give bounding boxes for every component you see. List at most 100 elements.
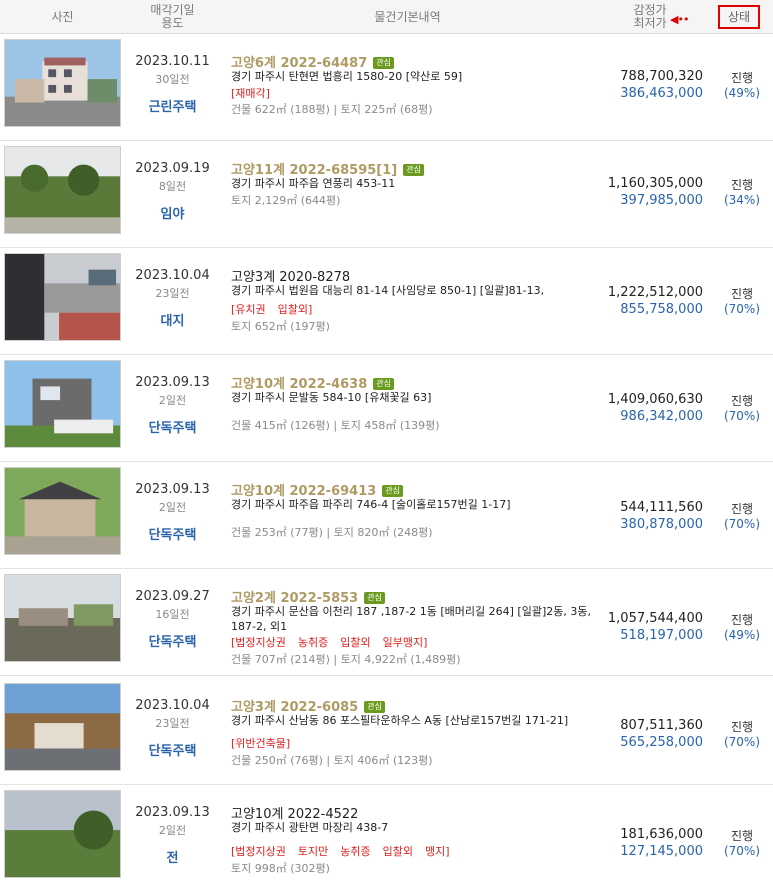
- property-address: 경기 파주시 법원읍 대능리 81-14 [사임당로 850-1] [일괄]81…: [231, 284, 545, 297]
- property-address: 경기 파주시 광탄면 마장리 438-7: [231, 821, 389, 834]
- property-photo[interactable]: [4, 39, 121, 127]
- price-percent: (70%): [723, 735, 761, 749]
- days-ago: 2일전: [158, 501, 187, 514]
- property-area: 토지 998㎡ (302평): [231, 862, 330, 875]
- property-address: 경기 파주시 산남동 86 포스필타운하우스 A동 [산남로157번길 171-…: [231, 714, 569, 727]
- property-usage[interactable]: 단독주택: [125, 631, 220, 650]
- auction-row[interactable]: 2023.10.11 30일전 근린주택 고양6계 2022-64487 관심 경…: [0, 34, 773, 141]
- price-percent: (70%): [723, 517, 761, 531]
- property-usage[interactable]: 단독주택: [125, 740, 220, 759]
- appraisal-price: 181,636,000: [620, 827, 703, 842]
- appraisal-price: 788,700,320: [620, 69, 703, 84]
- interest-badge[interactable]: 관심: [364, 701, 385, 713]
- header-price[interactable]: 감정가 최저가: [595, 0, 705, 34]
- price-percent: (49%): [723, 628, 761, 642]
- auction-status: 진행: [730, 613, 754, 627]
- interest-badge[interactable]: 관심: [403, 164, 424, 176]
- auction-status: 진행: [730, 394, 754, 408]
- property-area: 건물 622㎡ (188평) | 토지 225㎡ (68평): [231, 103, 433, 116]
- days-ago: 23일전: [155, 717, 190, 730]
- price-percent: (49%): [723, 86, 761, 100]
- interest-badge[interactable]: 관심: [364, 592, 385, 604]
- header-minimum-label: 최저가: [633, 16, 667, 30]
- auction-status: 진행: [730, 287, 754, 301]
- header-status[interactable]: 상태: [705, 0, 773, 34]
- days-ago: 30일전: [155, 73, 190, 86]
- auction-list-page: 사진 매각기일 용도 물건기본내역 감정가 최저가 상태 ◀•• 2023.10…: [0, 0, 773, 883]
- tag: 맹지]: [425, 845, 450, 858]
- property-usage[interactable]: 전: [125, 847, 220, 866]
- sale-date: 2023.09.13: [135, 805, 210, 820]
- minimum-price: 380,878,000: [620, 517, 703, 532]
- property-usage[interactable]: 단독주택: [125, 417, 220, 436]
- interest-badge[interactable]: 관심: [373, 57, 394, 69]
- auction-row[interactable]: 2023.09.13 2일전 단독주택 고양10계 2022-4638 관심 경기…: [0, 355, 773, 462]
- days-ago: 8일전: [158, 180, 187, 193]
- minimum-price: 565,258,000: [620, 735, 703, 750]
- price-percent: (70%): [723, 409, 761, 423]
- tag: 농취증: [297, 636, 329, 649]
- property-area: 토지 652㎡ (197평): [231, 320, 330, 333]
- appraisal-price: 544,111,560: [620, 500, 703, 515]
- property-tags: [재매각]: [231, 85, 282, 101]
- auction-row[interactable]: 2023.09.27 16일전 단독주택 고양2계 2022-5853 관심 경기…: [0, 569, 773, 676]
- tag: 일부맹지]: [382, 636, 428, 649]
- property-address: 경기 파주시 파주읍 파주리 746-4 [술이홀로157번길 1-17]: [231, 498, 511, 511]
- auction-status: 진행: [730, 829, 754, 843]
- header-date-usage[interactable]: 매각기일 용도: [125, 0, 220, 34]
- tag: [유치권: [231, 303, 266, 316]
- property-photo[interactable]: [4, 146, 121, 234]
- header-usage-label: 용도: [161, 16, 184, 30]
- property-usage[interactable]: 임야: [125, 203, 220, 222]
- days-ago: 2일전: [158, 394, 187, 407]
- property-photo[interactable]: [4, 253, 121, 341]
- auction-row[interactable]: 2023.10.04 23일전 대지 고양3계 2020-8278 경기 파주시…: [0, 248, 773, 355]
- header-status-label: 상태: [717, 5, 761, 29]
- price-percent: (70%): [723, 302, 761, 316]
- header-info[interactable]: 물건기본내역: [220, 0, 595, 34]
- tag: 입찰외: [382, 845, 414, 858]
- property-area: 건물 250㎡ (76평) | 토지 406㎡ (123평): [231, 754, 433, 767]
- property-photo[interactable]: [4, 574, 121, 662]
- property-address: 경기 파주시 탄현면 법흥리 1580-20 [약산로 59]: [231, 70, 463, 83]
- auction-row[interactable]: 2023.09.13 2일전 단독주택 고양10계 2022-69413 관심 경…: [0, 462, 773, 569]
- auction-status: 진행: [730, 502, 754, 516]
- minimum-price: 386,463,000: [620, 86, 703, 101]
- property-tags: [유치권 입찰외]: [231, 301, 324, 317]
- appraisal-price: 1,409,060,630: [607, 392, 703, 407]
- tag: 입찰외]: [277, 303, 313, 316]
- property-tags: [위반건축물]: [231, 735, 302, 751]
- auction-row[interactable]: 2023.10.04 23일전 단독주택 고양3계 2022-6085 관심 경기…: [0, 678, 773, 785]
- minimum-price: 855,758,000: [620, 302, 703, 317]
- property-photo[interactable]: [4, 790, 121, 878]
- sale-date: 2023.09.13: [135, 482, 210, 497]
- property-usage[interactable]: 대지: [125, 310, 220, 329]
- red-arrow-icon: ◀••: [670, 13, 689, 26]
- tag: 농취증: [340, 845, 371, 858]
- appraisal-price: 807,511,360: [620, 718, 703, 733]
- minimum-price: 518,197,000: [620, 628, 703, 643]
- sale-date: 2023.10.04: [135, 268, 210, 283]
- tag: [법정지상권: [231, 636, 286, 649]
- property-address: 경기 파주시 문산읍 이천리 187 ,187-2 1동 [배머리길 264] …: [231, 605, 591, 633]
- appraisal-price: 1,160,305,000: [607, 176, 703, 191]
- auction-row[interactable]: 2023.09.13 2일전 전 고양10계 2022-4522 경기 파주시 …: [0, 785, 773, 883]
- property-tags: [법정지상권 농취증 입찰외 일부맹지]: [231, 634, 439, 650]
- property-photo[interactable]: [4, 467, 121, 555]
- property-usage[interactable]: 근린주택: [125, 96, 220, 115]
- property-area: 토지 2,129㎡ (644평): [231, 194, 341, 207]
- interest-badge[interactable]: 관심: [373, 378, 394, 390]
- header-photo[interactable]: 사진: [0, 0, 125, 34]
- tag: [법정지상권: [231, 845, 286, 858]
- header-info-label: 물건기본내역: [374, 9, 441, 24]
- auction-status: 진행: [730, 178, 754, 192]
- tag: 입찰외: [340, 636, 371, 649]
- property-photo[interactable]: [4, 683, 121, 771]
- interest-badge[interactable]: 관심: [382, 485, 404, 497]
- sale-date: 2023.09.19: [135, 161, 210, 176]
- property-usage[interactable]: 단독주택: [125, 524, 220, 543]
- minimum-price: 397,985,000: [620, 193, 703, 208]
- sale-date: 2023.10.11: [135, 54, 210, 69]
- auction-row[interactable]: 2023.09.19 8일전 임야 고양11계 2022-68595[1] 관심 …: [0, 141, 773, 248]
- property-photo[interactable]: [4, 360, 121, 448]
